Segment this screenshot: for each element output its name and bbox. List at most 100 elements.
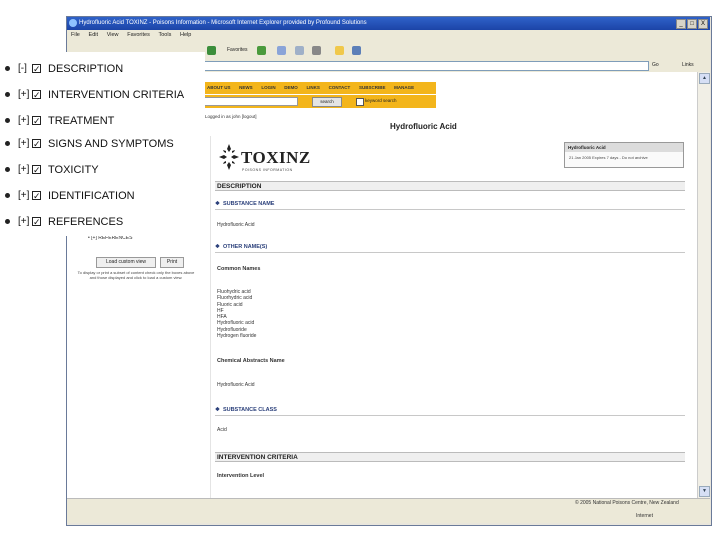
menu-favorites[interactable]: Favorites [127, 30, 150, 41]
info-box-title: Hydrofluoric Acid [565, 143, 683, 152]
subheading-substance-name: ❖ SUBSTANCE NAME [215, 200, 685, 210]
subheading-substance-class: ❖ SUBSTANCE CLASS [215, 406, 685, 416]
subheading-label: OTHER NAME(S) [222, 244, 268, 250]
security-zone-label: Internet [636, 513, 653, 519]
favorites-button[interactable]: Favorites [227, 47, 248, 53]
menu-edit[interactable]: Edit [89, 30, 98, 41]
page-title: Hydrofluoric Acid [390, 122, 457, 131]
cas-name-label: Chemical Abstracts Name [217, 358, 285, 364]
checklist-item-intervention-criteria[interactable]: [+] ✓ INTERVENTION CRITERIA [0, 87, 205, 103]
section-checklist-overlay: [-] ✓ DESCRIPTION [+] ✓ INTERVENTION CRI… [0, 52, 205, 236]
search-button[interactable]: search [312, 97, 342, 107]
toxinz-logo-icon [219, 144, 239, 170]
checkbox-checked-icon[interactable]: ✓ [32, 64, 41, 74]
checklist-item-identification[interactable]: [+] ✓ IDENTIFICATION [0, 188, 205, 204]
media-icon[interactable] [257, 46, 266, 55]
bullet-icon [5, 193, 10, 198]
expander-toggle[interactable]: [+] [18, 162, 29, 178]
bullet-icon [5, 118, 10, 123]
nav-about-us[interactable]: ABOUT US [207, 82, 231, 94]
checkbox-checked-icon[interactable]: ✓ [32, 191, 41, 201]
messenger-icon[interactable] [352, 46, 361, 55]
back-icon[interactable] [207, 46, 216, 55]
substance-class-value: Acid [217, 427, 227, 433]
info-box-detail: 21 Jan 2005 Expires 7 days - Do not arch… [569, 155, 648, 160]
bullet-icon [5, 92, 10, 97]
bullet-icon [5, 219, 10, 224]
substance-name-value: Hydrofluoric Acid [217, 222, 255, 228]
mail-icon[interactable] [295, 46, 304, 55]
bullet-icon [5, 141, 10, 146]
subheading-other-names: ❖ OTHER NAME(S) [215, 243, 685, 253]
folder-icon[interactable] [335, 46, 344, 55]
scroll-down-icon[interactable]: ▼ [699, 486, 710, 497]
checklist-item-toxicity[interactable]: [+] ✓ TOXICITY [0, 162, 205, 178]
checkbox-checked-icon[interactable]: ✓ [32, 139, 41, 149]
maximize-button[interactable]: □ [687, 19, 697, 29]
menu-view[interactable]: View [107, 30, 119, 41]
checkbox-checked-icon[interactable]: ✓ [32, 165, 41, 175]
nav-contact[interactable]: CONTACT [329, 82, 351, 94]
expander-toggle[interactable]: [+] [18, 214, 29, 230]
checklist-label: IDENTIFICATION [48, 190, 135, 202]
close-button[interactable]: X [698, 19, 708, 29]
list-item: Hydrogen fluoride [217, 333, 257, 340]
print-icon[interactable] [312, 46, 321, 55]
expander-toggle[interactable]: [+] [18, 188, 29, 204]
history-icon[interactable] [277, 46, 286, 55]
checkbox-checked-icon[interactable]: ✓ [32, 217, 41, 227]
checklist-item-treatment[interactable]: [+] ✓ TREATMENT [0, 113, 205, 129]
expander-toggle[interactable]: [-] [18, 61, 27, 77]
menu-tools[interactable]: Tools [159, 30, 172, 41]
expander-toggle[interactable]: [+] [18, 113, 29, 129]
list-item: Hydrofluoric acid [217, 320, 255, 327]
checklist-label: DESCRIPTION [48, 63, 124, 75]
window-title: Hydrofluoric Acid TOXINZ - Poisons Infor… [79, 20, 367, 26]
address-input[interactable] [197, 61, 649, 71]
toxinz-logo-subtext: POISONS INFORMATION [242, 168, 293, 172]
document-content: TOXINZ POISONS INFORMATION Hydrofluoric … [210, 136, 687, 498]
print-controls: Load custom view Print [96, 257, 184, 268]
nav-demo[interactable]: DEMO [284, 82, 298, 94]
nav-news[interactable]: NEWS [239, 82, 253, 94]
bullet-icon [5, 167, 10, 172]
minimize-button[interactable]: _ [676, 19, 686, 29]
checklist-item-description[interactable]: [-] ✓ DESCRIPTION [0, 61, 205, 77]
checkbox-checked-icon[interactable]: ✓ [32, 90, 41, 100]
nav-manage[interactable]: MANAGE [394, 82, 414, 94]
cas-name-value: Hydrofluoric Acid [217, 382, 255, 388]
checklist-item-signs-and-symptoms[interactable]: [+] ✓ SIGNS AND SYMPTOMS [0, 136, 205, 152]
subheading-label: SUBSTANCE CLASS [222, 407, 277, 413]
print-button[interactable]: Print [160, 257, 184, 268]
common-names-label: Common Names [217, 266, 261, 272]
intervention-level-label: Intervention Level [217, 473, 265, 479]
vertical-scrollbar[interactable]: ▲ ▼ [697, 72, 710, 498]
bullet-icon [5, 66, 10, 71]
links-button[interactable]: Links [682, 62, 694, 68]
section-marker-icon: ❖ [215, 201, 220, 207]
ie-icon [69, 19, 77, 27]
expander-toggle[interactable]: [+] [18, 87, 29, 103]
nav-subscribe[interactable]: SUBSCRIBE [359, 82, 386, 94]
common-names-list: Fluohydric acid Fluorhydric acid Fluoric… [217, 289, 256, 339]
search-input[interactable] [202, 97, 298, 106]
checklist-item-references[interactable]: [+] ✓ REFERENCES [0, 214, 205, 230]
checklist-label: TREATMENT [48, 115, 115, 127]
menu-help[interactable]: Help [180, 30, 191, 41]
menu-file[interactable]: File [71, 30, 80, 41]
nav-login[interactable]: LOGIN [261, 82, 275, 94]
go-button[interactable]: Go [652, 62, 659, 68]
scroll-up-icon[interactable]: ▲ [699, 73, 710, 84]
section-description: DESCRIPTION [215, 181, 685, 191]
keyword-search-checkbox[interactable] [356, 98, 364, 106]
site-nav: ABOUT US NEWS LOGIN DEMO LINKS CONTACT S… [200, 82, 436, 94]
nav-links[interactable]: LINKS [306, 82, 320, 94]
checklist-label: SIGNS AND SYMPTOMS [48, 138, 174, 150]
expander-toggle[interactable]: [+] [18, 136, 29, 152]
list-item: Fluorhydric acid [217, 295, 253, 302]
load-custom-view-button[interactable]: Load custom view [96, 257, 156, 268]
checkbox-checked-icon[interactable]: ✓ [32, 116, 41, 126]
document-info-box: Hydrofluoric Acid 21 Jan 2005 Expires 7 … [564, 142, 684, 168]
section-intervention-criteria: INTERVENTION CRITERIA [215, 452, 685, 462]
title-bar: Hydrofluoric Acid TOXINZ - Poisons Infor… [67, 17, 710, 30]
